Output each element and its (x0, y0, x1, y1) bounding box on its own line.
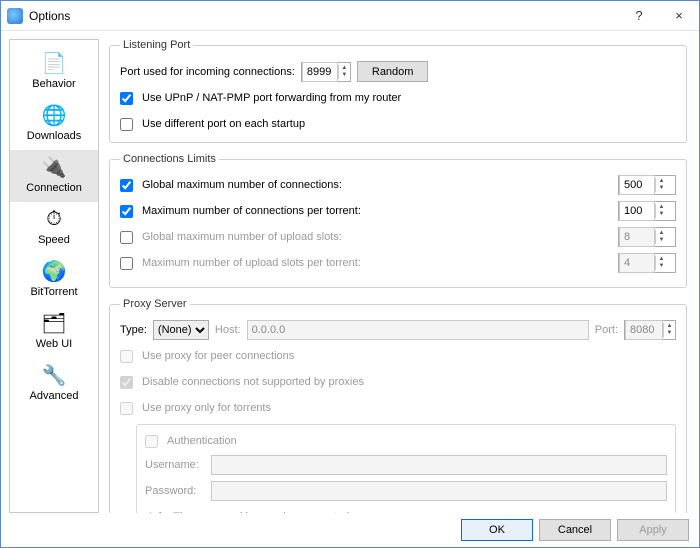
port-input[interactable] (302, 62, 338, 82)
group-legend: Connections Limits (120, 153, 219, 165)
group-legend: Listening Port (120, 39, 193, 51)
auth-checkbox (145, 435, 158, 448)
per-torrent-input[interactable] (619, 201, 655, 221)
global-upload-input (619, 227, 655, 247)
proxy-server-group: Proxy Server Type: (None) Host: Port: ▲▼… (109, 298, 687, 513)
spinner-arrows-icon: ▲▼ (655, 230, 667, 244)
port-label: Port used for incoming connections: (120, 66, 295, 78)
behavior-icon: 📄 (39, 50, 69, 76)
proxy-type-select[interactable]: (None) (153, 320, 209, 340)
proxy-only-torrents-checkbox (120, 402, 133, 415)
global-upload-checkbox[interactable] (120, 231, 133, 244)
random-button[interactable]: Random (357, 61, 429, 82)
spinner-arrows-icon[interactable]: ▲▼ (338, 65, 350, 79)
webui-icon: 🗂 (39, 310, 69, 336)
ok-button[interactable]: OK (461, 519, 533, 541)
per-torrent-checkbox[interactable] (120, 205, 133, 218)
sidebar-item-label: Web UI (10, 338, 98, 350)
proxy-host-label: Host: (215, 324, 241, 336)
apply-button[interactable]: Apply (617, 519, 689, 541)
proxy-disable-label: Disable connections not supported by pro… (142, 376, 364, 388)
sidebar-item-connection[interactable]: 🔌 Connection (10, 150, 98, 202)
connections-limits-group: Connections Limits Global maximum number… (109, 153, 687, 288)
cancel-button[interactable]: Cancel (539, 519, 611, 541)
proxy-peer-checkbox (120, 350, 133, 363)
username-input (211, 455, 667, 475)
spinner-arrows-icon: ▲▼ (655, 256, 667, 270)
sidebar-item-advanced[interactable]: 🔧 Advanced (10, 358, 98, 410)
downloads-icon: 🌐 (39, 102, 69, 128)
proxy-host-input (247, 320, 589, 340)
app-icon (7, 8, 23, 24)
per-torrent-label: Maximum number of connections per torren… (142, 205, 614, 217)
password-label: Password: (145, 485, 205, 497)
global-conn-checkbox[interactable] (120, 179, 133, 192)
global-conn-label: Global maximum number of connections: (142, 179, 614, 191)
password-input (211, 481, 667, 501)
sidebar: 📄 Behavior 🌐 Downloads 🔌 Connection ⏱ Sp… (9, 39, 99, 513)
global-conn-input[interactable] (619, 175, 655, 195)
dialog-footer: OK Cancel Apply (1, 513, 699, 547)
port-spinner[interactable]: ▲▼ (301, 62, 351, 82)
speed-icon: ⏱ (39, 206, 69, 232)
global-upload-spinner: ▲▼ (618, 227, 676, 247)
per-torrent-upload-spinner: ▲▼ (618, 253, 676, 273)
proxy-type-label: Type: (120, 324, 147, 336)
proxy-peer-label: Use proxy for peer connections (142, 350, 294, 362)
sidebar-item-label: BitTorrent (10, 286, 98, 298)
window-title: Options (29, 9, 619, 23)
proxy-disable-checkbox (120, 376, 133, 389)
advanced-icon: 🔧 (39, 362, 69, 388)
per-torrent-upload-input (619, 253, 655, 273)
upnp-label: Use UPnP / NAT-PMP port forwarding from … (142, 92, 401, 104)
bittorrent-icon: 🌍 (39, 258, 69, 284)
sidebar-item-bittorrent[interactable]: 🌍 BitTorrent (10, 254, 98, 306)
group-legend: Proxy Server (120, 298, 190, 310)
sidebar-item-webui[interactable]: 🗂 Web UI (10, 306, 98, 358)
spinner-arrows-icon: ▲▼ (663, 323, 675, 337)
titlebar: Options ? × (1, 1, 699, 31)
per-torrent-upload-checkbox[interactable] (120, 257, 133, 270)
sidebar-item-label: Behavior (10, 78, 98, 90)
proxy-port-spinner: ▲▼ (624, 320, 676, 340)
per-torrent-spinner[interactable]: ▲▼ (618, 201, 676, 221)
global-conn-spinner[interactable]: ▲▼ (618, 175, 676, 195)
options-window: Options ? × 📄 Behavior 🌐 Downloads 🔌 Con… (0, 0, 700, 548)
sidebar-item-label: Advanced (10, 390, 98, 402)
diff-port-label: Use different port on each startup (142, 118, 305, 130)
sidebar-item-downloads[interactable]: 🌐 Downloads (10, 98, 98, 150)
per-torrent-upload-label: Maximum number of upload slots per torre… (142, 257, 614, 269)
proxy-port-label: Port: (595, 324, 618, 336)
help-button[interactable]: ? (619, 1, 659, 30)
sidebar-item-behavior[interactable]: 📄 Behavior (10, 46, 98, 98)
auth-info-label: Info: The password is saved unencrypted (149, 507, 667, 513)
proxy-port-input (625, 320, 663, 340)
proxy-auth-group: Authentication Username: Password: Info:… (136, 424, 676, 513)
proxy-only-torrents-label: Use proxy only for torrents (142, 402, 271, 414)
global-upload-label: Global maximum number of upload slots: (142, 231, 614, 243)
spinner-arrows-icon[interactable]: ▲▼ (655, 204, 667, 218)
sidebar-item-label: Connection (10, 182, 98, 194)
auth-label: Authentication (167, 435, 237, 447)
listening-port-group: Listening Port Port used for incoming co… (109, 39, 687, 143)
spinner-arrows-icon[interactable]: ▲▼ (655, 178, 667, 192)
sidebar-item-speed[interactable]: ⏱ Speed (10, 202, 98, 254)
sidebar-item-label: Downloads (10, 130, 98, 142)
connection-icon: 🔌 (39, 154, 69, 180)
upnp-checkbox[interactable] (120, 92, 133, 105)
sidebar-item-label: Speed (10, 234, 98, 246)
window-body: 📄 Behavior 🌐 Downloads 🔌 Connection ⏱ Sp… (1, 31, 699, 513)
main-panel: Listening Port Port used for incoming co… (107, 39, 691, 513)
username-label: Username: (145, 459, 205, 471)
close-button[interactable]: × (659, 1, 699, 30)
diff-port-checkbox[interactable] (120, 118, 133, 131)
